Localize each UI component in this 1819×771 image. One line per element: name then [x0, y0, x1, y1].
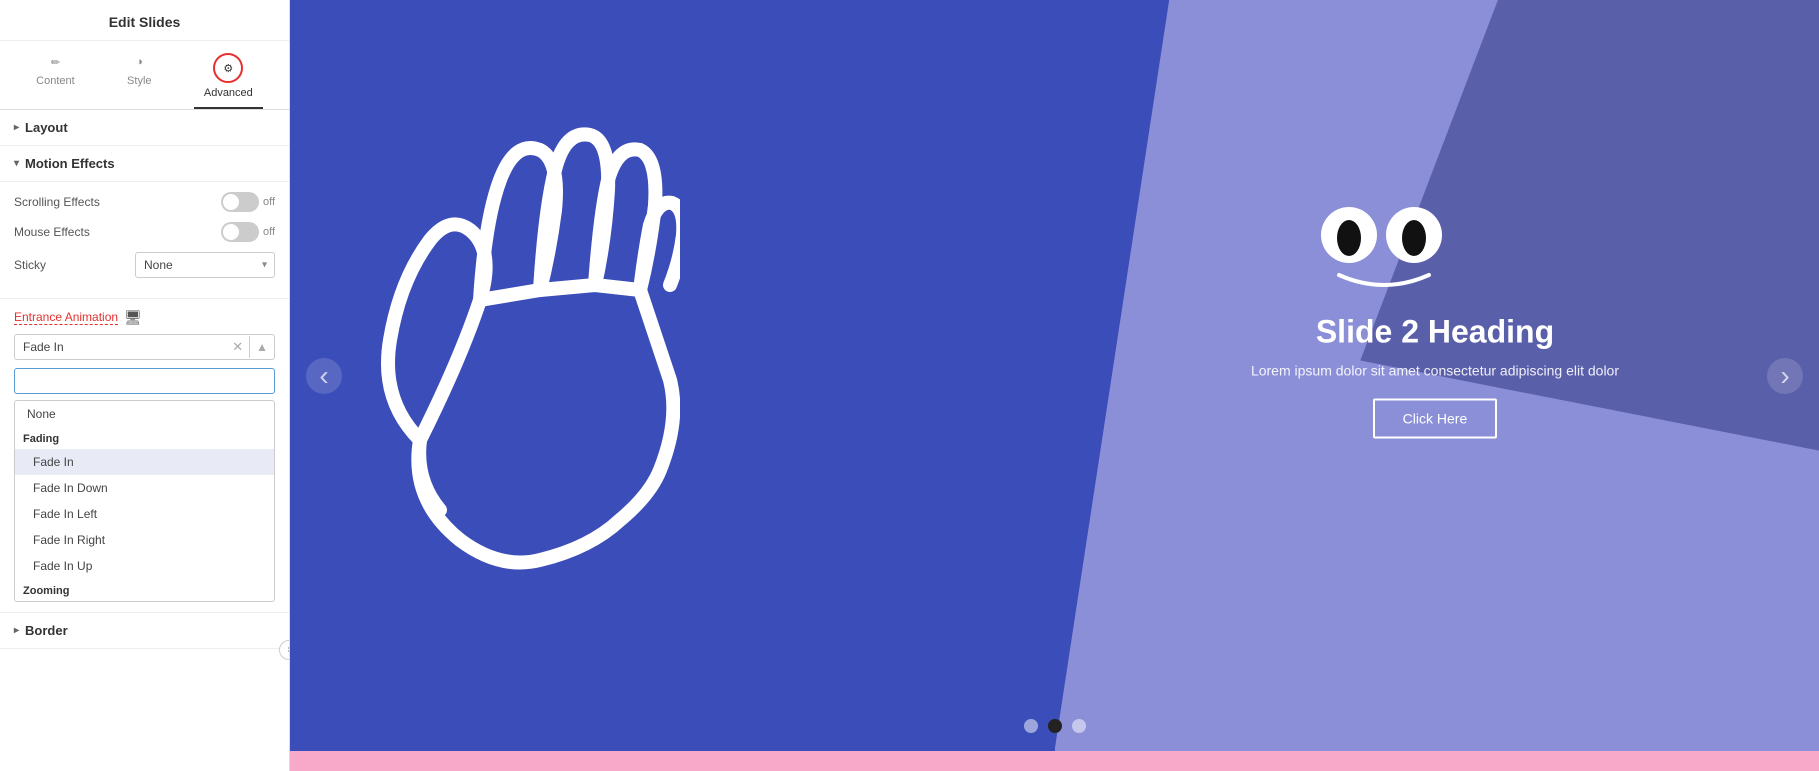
anim-option-fade-in-right[interactable]: Fade In Right: [15, 527, 274, 553]
left-panel: Edit Slides ✏ Content ◑ Style ⚙ Advanced…: [0, 0, 290, 771]
scrolling-effects-toggle[interactable]: off: [221, 192, 275, 212]
anim-dropdown-toggle-button[interactable]: ▲: [249, 336, 274, 358]
tab-bar: ✏ Content ◑ Style ⚙ Advanced: [0, 41, 289, 110]
panel-collapse-button[interactable]: ›: [279, 640, 290, 660]
anim-dropdown-list: None Fading Fade In Fade In Down Fade In…: [14, 400, 275, 602]
motion-effects-content: Scrolling Effects off Mouse Effects off …: [0, 182, 289, 299]
anim-group-fading: Fading: [15, 427, 274, 449]
tab-style[interactable]: ◑ Style: [117, 49, 161, 109]
anim-option-fade-in-down[interactable]: Fade In Down: [15, 475, 274, 501]
motion-effects-arrow-icon: ▾: [14, 158, 19, 169]
anim-option-fade-in-left[interactable]: Fade In Left: [15, 501, 274, 527]
sticky-label: Sticky: [14, 258, 46, 272]
cartoon-eyes: [1319, 200, 1449, 290]
scrolling-effects-row: Scrolling Effects off: [14, 192, 275, 212]
motion-effects-label: Motion Effects: [25, 156, 115, 171]
circle-half-icon: ◑: [130, 53, 148, 71]
mouse-effects-value: off: [263, 226, 275, 238]
scrolling-effects-value: off: [263, 196, 275, 208]
slider-dot-1[interactable]: [1024, 719, 1038, 733]
slider-prev-button[interactable]: ‹: [306, 358, 342, 394]
entrance-animation-label[interactable]: Entrance Animation: [14, 310, 118, 325]
panel-title: Edit Slides: [0, 0, 289, 41]
sticky-select-wrap: None Top Bottom ▾: [135, 252, 275, 278]
bottom-pink-bar: [290, 751, 1819, 771]
mouse-effects-switch[interactable]: [221, 222, 259, 242]
anim-search-input[interactable]: [15, 369, 274, 393]
scrolling-effects-switch[interactable]: [221, 192, 259, 212]
anim-option-none[interactable]: None: [15, 401, 274, 427]
preview-area: Slide 2 Heading Lorem ipsum dolor sit am…: [290, 0, 1819, 771]
border-arrow-icon: ▸: [14, 625, 19, 636]
slider-next-button[interactable]: ›: [1767, 358, 1803, 394]
tab-advanced[interactable]: ⚙ Advanced: [194, 49, 263, 109]
gear-icon: ⚙: [219, 59, 237, 77]
layout-arrow-icon: ▸: [14, 122, 19, 133]
border-label: Border: [25, 623, 68, 638]
slide-content: Slide 2 Heading Lorem ipsum dolor sit am…: [1251, 313, 1619, 438]
scrolling-effects-label: Scrolling Effects: [14, 195, 100, 209]
slide-heading: Slide 2 Heading: [1251, 313, 1619, 350]
motion-effects-header[interactable]: ▾ Motion Effects: [0, 146, 289, 182]
slider-container: Slide 2 Heading Lorem ipsum dolor sit am…: [290, 0, 1819, 751]
slider-dots: [1024, 719, 1086, 733]
mouse-effects-row: Mouse Effects off: [14, 222, 275, 242]
entrance-label-row: Entrance Animation 🖥: [14, 309, 275, 326]
slider-dot-3[interactable]: [1072, 719, 1086, 733]
entrance-animation-section: Entrance Animation 🖥 Fade In ✕ ▲ None Fa…: [0, 299, 289, 613]
tab-content[interactable]: ✏ Content: [26, 49, 85, 109]
slide-subtext: Lorem ipsum dolor sit amet consectetur a…: [1251, 362, 1619, 378]
monitor-icon: 🖥: [124, 309, 142, 326]
anim-clear-button[interactable]: ✕: [226, 335, 249, 359]
tab-content-label: Content: [36, 75, 75, 87]
border-section-header[interactable]: ▸ Border: [0, 613, 289, 649]
mouse-effects-label: Mouse Effects: [14, 225, 90, 239]
tab-style-label: Style: [127, 75, 151, 87]
anim-group-zooming: Zooming: [15, 579, 274, 601]
slider-dot-2[interactable]: [1048, 719, 1062, 733]
anim-option-fade-in-up[interactable]: Fade In Up: [15, 553, 274, 579]
anim-search-wrap: [14, 368, 275, 394]
anim-selected-value: Fade In: [15, 335, 226, 359]
anim-select-bar: Fade In ✕ ▲: [14, 334, 275, 360]
tab-advanced-label: Advanced: [204, 87, 253, 99]
sticky-select[interactable]: None Top Bottom: [135, 252, 275, 278]
slide-cta-button[interactable]: Click Here: [1373, 398, 1498, 438]
pencil-icon: ✏: [46, 53, 64, 71]
sticky-row: Sticky None Top Bottom ▾: [14, 252, 275, 278]
mouse-effects-toggle[interactable]: off: [221, 222, 275, 242]
layout-label: Layout: [25, 120, 68, 135]
hand-illustration: [340, 20, 680, 600]
anim-option-fade-in[interactable]: Fade In: [15, 449, 274, 475]
layout-section-header[interactable]: ▸ Layout: [0, 110, 289, 146]
